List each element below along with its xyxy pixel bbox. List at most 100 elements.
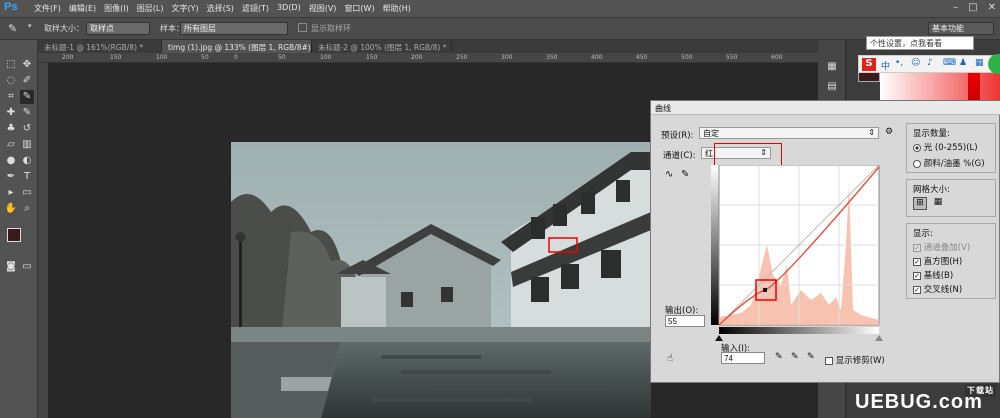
histogram-label: 直方图(H) [923, 257, 963, 267]
menu-select[interactable]: 选择(S) [203, 3, 238, 14]
crop-icon[interactable]: ⌗ [4, 90, 18, 104]
ruler-tick: 400 [591, 54, 603, 61]
ruler-tick: 250 [456, 54, 468, 61]
eyedropper-icon[interactable]: ✎ [8, 22, 17, 35]
pen-icon[interactable]: ✒ [4, 170, 18, 184]
tab-untitled-1[interactable]: 未标题-1 @ 161%(RGB/8) * [38, 40, 162, 53]
show-ring-checkbox[interactable] [298, 23, 307, 32]
ruler-tick: 300 [501, 54, 513, 61]
white-point-eyedropper-icon[interactable]: ✎ [807, 352, 815, 362]
menu-layer[interactable]: 图层(L) [133, 3, 168, 14]
skin-icon[interactable]: ♟ [959, 58, 967, 68]
swatches-panel-icon[interactable]: ▤ [825, 80, 839, 94]
keyboard-icon[interactable]: ⌨ [943, 58, 956, 68]
ime-mode-label[interactable]: 中 [881, 59, 890, 72]
channel-overlays-checkbox[interactable]: ✓ [913, 243, 921, 252]
tab-untitled-2[interactable]: 未标题-2 @ 100% (图层 1, RGB/8) * [312, 40, 452, 53]
preset-label: 预设(R): [661, 131, 694, 141]
menu-help[interactable]: 帮助(H) [379, 3, 415, 14]
sogou-logo-icon[interactable]: S [862, 58, 876, 71]
ruler-tick: 100 [320, 54, 332, 61]
gray-point-eyedropper-icon[interactable]: ✎ [791, 352, 799, 362]
baseline-checkbox[interactable]: ✓ [913, 271, 921, 280]
preset-options-icon[interactable]: ⚙ [885, 127, 893, 137]
input-field[interactable] [721, 352, 765, 364]
status-badge-icon [988, 54, 1000, 74]
vertical-ruler [38, 63, 48, 418]
dialog-title: 曲线 [651, 101, 1000, 115]
target-adjust-icon[interactable]: ☝ [667, 353, 673, 364]
microphone-icon[interactable]: ♪ [927, 58, 933, 68]
screen-mode-icon[interactable]: ▭ [20, 260, 34, 274]
pencil-icon[interactable]: ✎ [681, 169, 689, 180]
menu-3d[interactable]: 3D(D) [273, 3, 305, 14]
watermark-tag: 下载站 [965, 384, 996, 397]
simple-grid-icon[interactable]: ⊞ [913, 197, 927, 210]
ruler-tick: 150 [366, 54, 378, 61]
emoji-icon[interactable]: ☺ [911, 58, 920, 68]
ruler-tick: 200 [62, 54, 74, 61]
toolbox-icon[interactable]: ▦ [975, 58, 984, 68]
eyedropper-tool-icon[interactable]: ✎ [20, 90, 34, 104]
stamp-icon[interactable]: ♣ [4, 122, 18, 136]
show-clipping-checkbox[interactable] [825, 356, 833, 365]
zoom-icon[interactable]: ⌕ [20, 202, 34, 216]
dodge-icon[interactable]: ◐ [20, 154, 34, 168]
light-radio[interactable] [913, 143, 921, 152]
lasso-icon[interactable]: ◌ [4, 74, 18, 88]
quick-mask-icon[interactable]: ◙ [4, 260, 18, 274]
eraser-icon[interactable]: ▱ [4, 138, 18, 152]
ruler-tick: 50 [278, 54, 286, 61]
foreground-color-swatch[interactable] [7, 228, 21, 242]
punctuation-icon[interactable]: •, [895, 58, 903, 68]
ruler-tick: 450 [636, 54, 648, 61]
gradient-icon[interactable]: ▥ [20, 138, 34, 152]
sample-size-select[interactable]: 取样点 [86, 22, 150, 35]
close-icon[interactable]: ✕ [988, 2, 996, 13]
quick-select-icon[interactable]: ✐ [20, 74, 34, 88]
black-point-eyedropper-icon[interactable]: ✎ [775, 352, 783, 362]
menu-filter[interactable]: 滤镜(T) [238, 3, 273, 14]
color-panel-icon[interactable]: ▦ [825, 60, 839, 74]
watermark-brand: UEBUG.com [855, 391, 983, 413]
baseline-label: 基线(B) [923, 271, 954, 281]
detailed-grid-icon[interactable]: ▦ [931, 197, 945, 210]
document-image[interactable] [231, 142, 651, 418]
type-icon[interactable]: T [20, 170, 34, 184]
brush-icon[interactable]: ✎ [20, 106, 34, 120]
preset-select[interactable]: 自定 ⇕ [699, 127, 879, 139]
minimize-icon[interactable]: – [953, 2, 958, 13]
shape-icon[interactable]: ▭ [20, 186, 34, 200]
output-field[interactable] [665, 315, 705, 327]
channel-overlays-label: 通道叠加(V) [923, 243, 971, 253]
move-icon[interactable]: ✥ [20, 58, 34, 72]
maximize-icon[interactable]: □ [968, 2, 977, 13]
path-select-icon[interactable]: ▸ [4, 186, 18, 200]
healing-icon[interactable]: ✚ [4, 106, 18, 120]
light-option-label: 光 (0-255)(L) [923, 143, 978, 153]
workspace-select[interactable]: 基本功能 [928, 22, 994, 35]
curves-graph[interactable] [711, 165, 883, 341]
tab-timg[interactable]: timg (1).jpg @ 133% (图层 1, RGB/8#) * [162, 40, 317, 53]
menu-type[interactable]: 文字(Y) [167, 3, 202, 14]
intersection-line-label: 交叉线(N) [923, 285, 963, 295]
ime-tooltip: 个性设置，点我看看 [866, 36, 974, 50]
chevron-down-icon[interactable]: ▾ [28, 22, 32, 30]
curve-edit-icon[interactable]: ∿ [665, 169, 673, 180]
menu-image[interactable]: 图像(I) [100, 3, 133, 14]
intersection-line-checkbox[interactable]: ✓ [913, 285, 921, 294]
menu-edit[interactable]: 编辑(E) [65, 3, 100, 14]
blur-icon[interactable]: ● [4, 154, 18, 168]
histogram-checkbox[interactable]: ✓ [913, 257, 921, 266]
pigment-radio[interactable] [913, 159, 921, 168]
sample-select[interactable]: 所有图层 [180, 22, 288, 35]
hand-icon[interactable]: ✋ [4, 202, 18, 216]
ruler-tick: 600 [771, 54, 783, 61]
document-tabs: 未标题-1 @ 161%(RGB/8) * timg (1).jpg @ 133… [38, 40, 818, 53]
menu-file[interactable]: 文件(F) [30, 3, 65, 14]
menu-view[interactable]: 视图(V) [305, 3, 341, 14]
marquee-icon[interactable]: ⬚ [4, 58, 18, 72]
display-amount-title: 显示数量: [913, 129, 950, 139]
menu-window[interactable]: 窗口(W) [340, 3, 378, 14]
history-brush-icon[interactable]: ↺ [20, 122, 34, 136]
